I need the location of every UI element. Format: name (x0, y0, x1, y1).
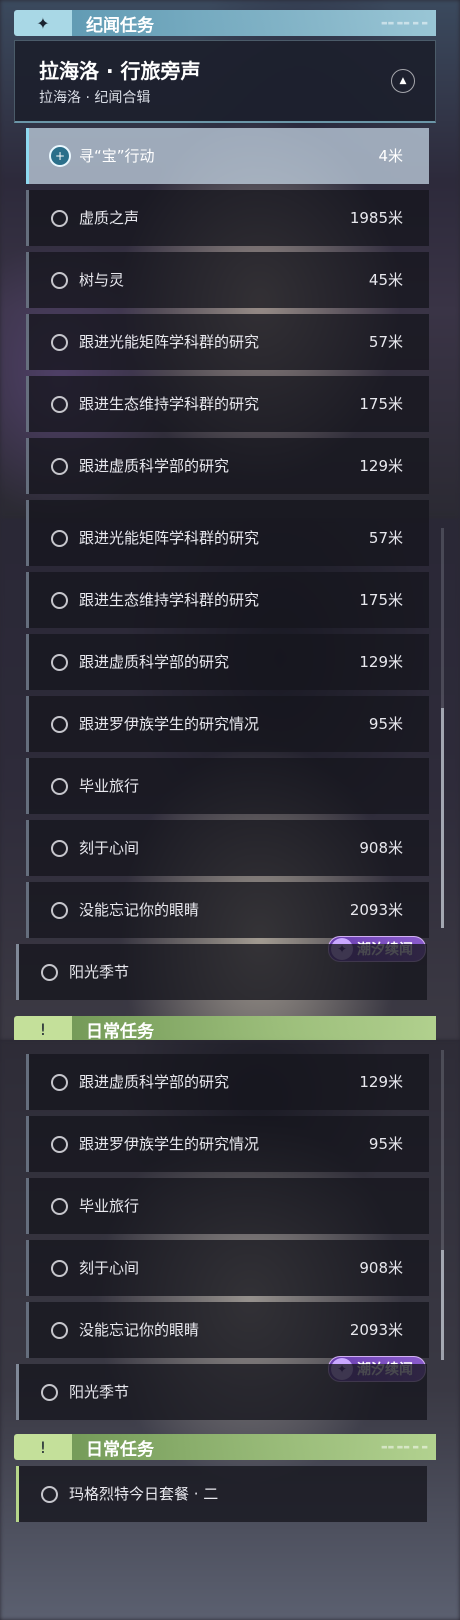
quest-distance: 129米 (359, 457, 403, 475)
quest-distance: 908米 (359, 839, 403, 857)
quest-distance: 57米 (368, 529, 403, 547)
tracking-target-icon: + (49, 145, 71, 167)
quest-row-active[interactable]: + 寻“宝”行动 4米 (26, 128, 429, 184)
quest-distance: 95米 (368, 1135, 403, 1153)
daily-quest-header[interactable]: ! 日常任务 ▬▬ ▬▬ ▬ ▬ (14, 1434, 436, 1460)
quest-name: 毕业旅行 (79, 1197, 140, 1215)
circle-icon (51, 902, 68, 919)
quest-row-partial[interactable] (26, 500, 429, 518)
quest-row[interactable]: 刻于心间 908米 (26, 820, 429, 876)
quest-row[interactable]: 跟进罗伊族学生的研究情况 95米 (26, 1116, 429, 1172)
circle-icon (51, 396, 68, 413)
quest-row[interactable]: 跟进光能矩阵学科群的研究 57米 (26, 314, 429, 370)
quest-name: 跟进生态维持学科群的研究 (79, 591, 260, 609)
quest-distance: 1985米 (349, 209, 403, 227)
quest-distance: 908米 (359, 1259, 403, 1277)
section-title: 日常任务 (86, 1439, 154, 1460)
panel-segment-3: 跟进虚质科学部的研究 129米 跟进罗伊族学生的研究情况 95米 毕业旅行 刻于… (0, 1040, 460, 1620)
circle-icon (51, 592, 68, 609)
quest-row[interactable]: 虚质之声 1985米 (26, 190, 429, 246)
panel-segment-2: 跟进光能矩阵学科群的研究 57米 跟进生态维持学科群的研究 175米 跟进虚质科… (0, 518, 460, 1040)
region-subtitle: 拉海洛 · 纪闻合辑 (39, 90, 151, 106)
quest-row[interactable]: 毕业旅行 (26, 1178, 429, 1234)
circle-icon (41, 1486, 58, 1503)
quest-name: 跟进光能矩阵学科群的研究 (79, 529, 260, 547)
quest-row[interactable]: 跟进光能矩阵学科群的研究 57米 (26, 518, 429, 566)
exclamation-icon: ! (14, 1016, 72, 1040)
quest-row[interactable]: 跟进生态维持学科群的研究 175米 (26, 376, 429, 432)
quest-row[interactable]: 毕业旅行 (26, 758, 429, 814)
daily-quest-row[interactable]: 玛格烈特今日套餐 · 二 (16, 1466, 427, 1522)
quest-name: 跟进罗伊族学生的研究情况 (79, 715, 260, 733)
quest-row[interactable]: 跟进罗伊族学生的研究情况 95米 (26, 696, 429, 752)
circle-icon (51, 1136, 68, 1153)
quest-name: 跟进罗伊族学生的研究情况 (79, 1135, 260, 1153)
section-title: 日常任务 (86, 1021, 154, 1041)
exclamation-icon: ! (14, 1434, 72, 1460)
quest-name: 树与灵 (79, 271, 125, 289)
circle-icon (51, 272, 68, 289)
quest-name: 跟进生态维持学科群的研究 (79, 395, 260, 413)
quest-row[interactable]: 跟进虚质科学部的研究 129米 (26, 634, 429, 690)
quest-row[interactable]: 跟进生态维持学科群的研究 175米 (26, 572, 429, 628)
quest-name: 阳光季节 (69, 1383, 130, 1401)
circle-icon (51, 716, 68, 733)
quest-name: 刻于心间 (79, 839, 140, 857)
quest-row[interactable]: 刻于心间 908米 (26, 1240, 429, 1296)
circle-icon (51, 210, 68, 227)
quest-name: 虚质之声 (79, 209, 140, 227)
circle-icon (51, 778, 68, 795)
panel-segment-1: ✦ 纪闻任务 ▬▬ ▬▬ ▬ ▬ 拉海洛 · 行旅旁声 拉海洛 · 纪闻合辑 ▲ … (0, 0, 460, 518)
quest-distance: 2093米 (349, 1321, 403, 1339)
scrollbar-thumb[interactable] (441, 708, 444, 928)
circle-icon (51, 840, 68, 857)
circle-icon (41, 964, 58, 981)
collapse-icon[interactable]: ▲ (391, 69, 415, 93)
quest-name: 没能忘记你的眼睛 (79, 901, 200, 919)
circle-icon (51, 334, 68, 351)
circle-icon (51, 654, 68, 671)
chronicle-quest-header[interactable]: ✦ 纪闻任务 ▬▬ ▬▬ ▬ ▬ (14, 10, 436, 36)
circle-icon (51, 1074, 68, 1091)
scrollbar-thumb[interactable] (441, 1250, 444, 1360)
quest-row[interactable]: 没能忘记你的眼睛 2093米 (26, 1302, 429, 1358)
region-card[interactable]: 拉海洛 · 行旅旁声 拉海洛 · 纪闻合辑 ▲ (14, 40, 436, 123)
quest-distance: 129米 (359, 1073, 403, 1091)
quest-distance: 95米 (368, 715, 403, 733)
quest-distance: 129米 (359, 653, 403, 671)
sparkle-icon: ✦ (14, 10, 72, 36)
circle-icon (51, 1198, 68, 1215)
quest-row[interactable]: 跟进虚质科学部的研究 129米 (26, 438, 429, 494)
circle-icon (51, 458, 68, 475)
quest-row[interactable]: 跟进虚质科学部的研究 129米 (26, 1054, 429, 1110)
quest-distance: 175米 (359, 395, 403, 413)
daily-quest-header-partial[interactable]: ! 日常任务 (14, 1016, 436, 1040)
quest-name: 跟进虚质科学部的研究 (79, 457, 230, 475)
quest-distance: 57米 (368, 333, 403, 351)
quest-name: 玛格烈特今日套餐 · 二 (69, 1485, 219, 1503)
circle-icon (41, 1384, 58, 1401)
quest-name: 跟进光能矩阵学科群的研究 (79, 333, 260, 351)
quest-name: 没能忘记你的眼睛 (79, 1321, 200, 1339)
circle-icon (51, 1322, 68, 1339)
quest-name: 刻于心间 (79, 1259, 140, 1277)
circle-icon (51, 1260, 68, 1277)
quest-name: 跟进虚质科学部的研究 (79, 653, 230, 671)
quest-name: 毕业旅行 (79, 777, 140, 795)
quest-name: 寻“宝”行动 (79, 147, 155, 165)
quest-distance: 45米 (368, 271, 403, 289)
region-title: 拉海洛 · 行旅旁声 (39, 59, 201, 83)
quest-row[interactable]: 树与灵 45米 (26, 252, 429, 308)
tidal-quest-row[interactable]: 阳光季节 (16, 944, 427, 1000)
quest-row[interactable]: 没能忘记你的眼睛 2093米 (26, 882, 429, 938)
quest-name: 跟进虚质科学部的研究 (79, 1073, 230, 1091)
section-title: 纪闻任务 (86, 15, 154, 36)
circle-icon (51, 530, 68, 547)
quest-name: 阳光季节 (69, 963, 130, 981)
quest-distance: 4米 (378, 147, 403, 165)
tidal-quest-row[interactable]: 阳光季节 (16, 1364, 427, 1420)
quest-distance: 2093米 (349, 901, 403, 919)
quest-distance: 175米 (359, 591, 403, 609)
